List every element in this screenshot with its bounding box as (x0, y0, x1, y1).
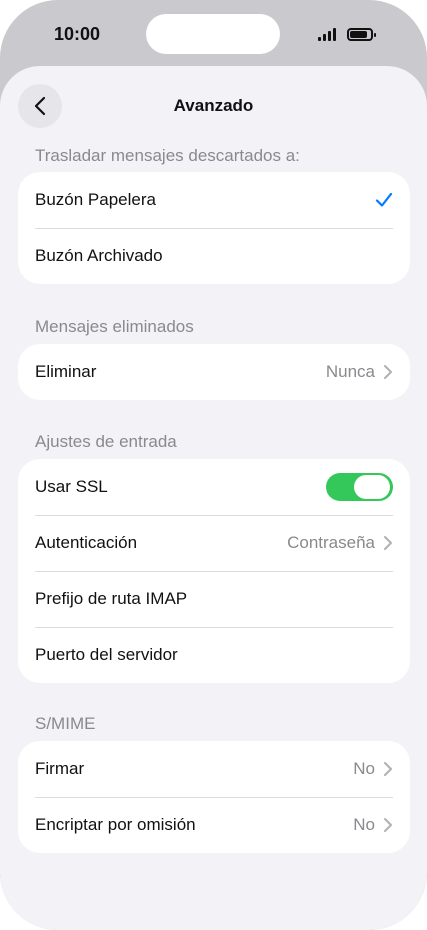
list-item-buzon-papelera[interactable]: Buzón Papelera (18, 172, 410, 228)
section-header-entrada: Ajustes de entrada (35, 432, 177, 451)
list-item-prefijo-imap[interactable]: Prefijo de ruta IMAP (18, 571, 410, 627)
row-label: Eliminar (35, 362, 97, 381)
list-item-encriptar[interactable]: Encriptar por omisión No (18, 797, 410, 853)
row-label: Encriptar por omisión (35, 815, 196, 834)
chevron-right-icon (384, 818, 392, 832)
row-value: No (353, 759, 375, 778)
row-label: Firmar (35, 759, 85, 778)
row-label: Puerto del servidor (35, 645, 178, 664)
section-header-descartados: Trasladar mensajes descartados a: (35, 146, 300, 165)
row-value: No (353, 815, 375, 834)
page-title: Avanzado (173, 96, 254, 115)
list-item-buzon-archivado[interactable]: Buzón Archivado (18, 228, 410, 284)
ssl-toggle[interactable] (326, 473, 393, 501)
settings-sheet: Avanzado Trasladar mensajes descartados … (0, 66, 427, 930)
group-descartados: Buzón Papelera Buzón Archivado (18, 172, 410, 284)
chevron-right-icon (384, 536, 392, 550)
chevron-right-icon (384, 762, 392, 776)
row-label: Autenticación (35, 533, 138, 552)
section-header-eliminados: Mensajes eliminados (35, 317, 194, 336)
status-bar: 10:00 (0, 0, 427, 70)
list-item-eliminar[interactable]: Eliminar Nunca (18, 344, 410, 400)
checkmark-icon (375, 192, 393, 207)
group-entrada: Usar SSL Autenticación Contraseña Prefij… (18, 459, 410, 683)
toggle-knob (354, 475, 390, 499)
list-item-autenticacion[interactable]: Autenticación Contraseña (18, 515, 410, 571)
section-header-smime: S/MIME (35, 714, 96, 733)
group-eliminados: Eliminar Nunca (18, 344, 410, 400)
signal-icon (318, 28, 336, 41)
dynamic-island (146, 14, 280, 54)
battery-icon (347, 28, 376, 41)
row-value: Nunca (325, 362, 375, 381)
list-item-firmar[interactable]: Firmar No (18, 741, 410, 797)
row-label: Buzón Papelera (35, 190, 156, 209)
list-item-usar-ssl: Usar SSL (18, 459, 410, 515)
group-smime: Firmar No Encriptar por omisión No (18, 741, 410, 853)
status-time: 10:00 (54, 24, 101, 44)
chevron-right-icon (384, 365, 392, 379)
row-value: Contraseña (287, 533, 375, 552)
row-label: Buzón Archivado (35, 246, 163, 265)
phone-frame: 10:00 Avanzado Trasladar mensajes descar… (0, 0, 427, 930)
row-label: Usar SSL (35, 477, 108, 496)
row-label: Prefijo de ruta IMAP (35, 589, 188, 608)
list-item-puerto-servidor[interactable]: Puerto del servidor (18, 627, 410, 683)
